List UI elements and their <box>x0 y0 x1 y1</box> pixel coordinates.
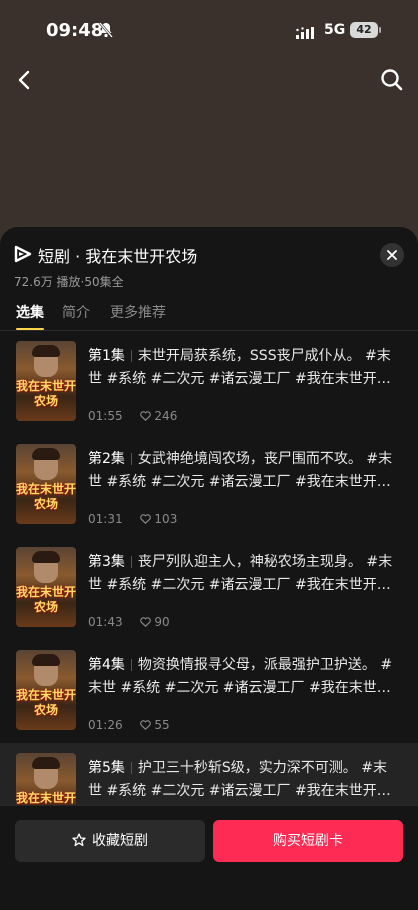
episode-duration: 01:55 <box>88 409 123 423</box>
heart-icon <box>140 617 152 627</box>
favorite-drama-button[interactable]: 收藏短剧 <box>15 820 205 862</box>
episode-meta: 01:43 90 <box>88 615 170 629</box>
episode-likes: 90 <box>140 615 170 629</box>
episode-number: 第5集 <box>88 760 125 776</box>
episode-summary: 护卫三十秒斩S级，实力深不可测。 #末世 #系统 #二次元 #诸云漫工厂 #我在… <box>88 760 391 799</box>
thumbnail-title: 我在末世开农场 <box>16 482 76 511</box>
heart-icon <box>140 411 152 421</box>
battery-level: 42 <box>350 22 378 38</box>
drama-stats: 72.6万 播放·50集全 <box>14 275 124 289</box>
episode-sheet: 短剧 · 我在末世开农场 72.6万 播放·50集全 选集 简介 更多推荐 我在… <box>0 227 418 910</box>
episode-meta: 01:31 103 <box>88 512 177 526</box>
search-button[interactable] <box>376 64 408 96</box>
thumbnail-figure-hair <box>32 448 60 460</box>
episode-item-4[interactable]: 我在末世开农场 第4集 物资换情报寻父母，派最强护卫护送。 #末世 #系统 #二次… <box>0 640 418 743</box>
likes-count: 103 <box>154 512 178 526</box>
episode-thumbnail: 我在末世开农场 <box>16 753 76 805</box>
episode-summary: 女武神绝境闯农场，丧尸围而不攻。 #末世 #系统 #二次元 #诸云漫工厂 #我在… <box>88 451 393 490</box>
close-icon <box>387 250 397 260</box>
drama-logo-icon <box>14 245 32 263</box>
tab-more-recommendations[interactable]: 更多推荐 <box>110 302 166 322</box>
tab-episodes[interactable]: 选集 <box>16 302 44 322</box>
episode-number: 第4集 <box>88 657 125 673</box>
episode-item-2[interactable]: 我在末世开农场 第2集 女武神绝境闯农场，丧尸围而不攻。 #末世 #系统 #二次元… <box>0 434 418 537</box>
episode-thumbnail: 我在末世开农场 <box>16 341 76 421</box>
buy-drama-card-button[interactable]: 购买短剧卡 <box>213 820 403 862</box>
battery-cap <box>379 27 381 33</box>
thumbnail-title: 我在末世开农场 <box>16 791 76 805</box>
episode-summary: 物资换情报寻父母，派最强护卫护送。 #末世 #系统 #二次元 #诸云漫工厂 #我… <box>88 657 393 696</box>
episode-thumbnail: 我在末世开农场 <box>16 650 76 730</box>
episode-thumbnail: 我在末世开农场 <box>16 547 76 627</box>
drama-title: 短剧 · 我在末世开农场 <box>38 247 198 266</box>
episode-description: 第5集 护卫三十秒斩S级，实力深不可测。 #末世 #系统 #二次元 #诸云漫工厂 … <box>88 757 398 803</box>
bottom-action-bar: 收藏短剧 购买短剧卡 <box>0 805 418 910</box>
episode-likes: 246 <box>140 409 177 423</box>
bell-muted-icon <box>99 22 113 42</box>
episode-thumbnail: 我在末世开农场 <box>16 444 76 524</box>
likes-count: 55 <box>154 718 170 732</box>
search-icon <box>381 69 403 91</box>
episode-duration: 01:26 <box>88 718 123 732</box>
episode-likes: 103 <box>140 512 177 526</box>
signal-icon <box>296 24 318 43</box>
episode-description: 第1集 末世开局获系统，SSS丧尸成仆从。 #末世 #系统 #二次元 #诸云漫工厂… <box>88 345 398 391</box>
episode-number: 第2集 <box>88 451 125 467</box>
separator <box>130 453 132 465</box>
thumbnail-title: 我在末世开农场 <box>16 688 76 717</box>
episode-summary: 丧尸列队迎主人，神秘农场主现身。 #末世 #系统 #二次元 #诸云漫工厂 #我在… <box>88 554 393 593</box>
heart-icon <box>140 720 152 730</box>
episode-description: 第3集 丧尸列队迎主人，神秘农场主现身。 #末世 #系统 #二次元 #诸云漫工厂 … <box>88 551 398 597</box>
likes-count: 90 <box>154 615 170 629</box>
episode-meta: 01:55 246 <box>88 409 177 423</box>
episode-duration: 01:43 <box>88 615 123 629</box>
thumbnail-title: 我在末世开农场 <box>16 585 76 614</box>
episode-item-5[interactable]: 我在末世开农场 第5集护卫三十秒斩S级，实力深不可测。 #末世 #系统 #二次元… <box>0 743 418 805</box>
star-icon <box>72 833 86 847</box>
tab-intro[interactable]: 简介 <box>62 302 90 322</box>
episode-summary: 末世开局获系统，SSS丧尸成仆从。 #末世 #系统 #二次元 #诸云漫工厂 #我… <box>88 348 391 387</box>
status-time: 09:48 <box>46 20 104 41</box>
separator <box>130 556 132 568</box>
thumbnail-figure-hair <box>32 757 60 769</box>
network-type: 5G <box>324 22 346 38</box>
separator <box>130 350 132 362</box>
episode-duration: 01:31 <box>88 512 123 526</box>
close-button[interactable] <box>380 243 404 267</box>
separator <box>130 659 132 671</box>
likes-count: 246 <box>154 409 178 423</box>
episode-meta: 01:26 55 <box>88 718 170 732</box>
chevron-left-icon <box>18 70 30 90</box>
thumbnail-figure-hair <box>32 654 60 666</box>
heart-icon <box>140 514 152 524</box>
episode-likes: 55 <box>140 718 170 732</box>
thumbnail-figure-hair <box>32 551 60 563</box>
episode-number: 第1集 <box>88 348 125 364</box>
episode-number: 第3集 <box>88 554 125 570</box>
back-button[interactable] <box>12 64 40 96</box>
favorite-label: 收藏短剧 <box>92 833 148 849</box>
episode-item-3[interactable]: 我在末世开农场 第3集 丧尸列队迎主人，神秘农场主现身。 #末世 #系统 #二次元… <box>0 537 418 640</box>
separator <box>130 762 132 774</box>
episode-description: 第2集 女武神绝境闯农场，丧尸围而不攻。 #末世 #系统 #二次元 #诸云漫工厂 … <box>88 448 398 494</box>
thumbnail-title: 我在末世开农场 <box>16 379 76 408</box>
thumbnail-figure-hair <box>32 345 60 357</box>
episode-item-1[interactable]: 我在末世开农场 第1集 末世开局获系统，SSS丧尸成仆从。 #末世 #系统 #二次… <box>0 331 418 434</box>
episode-list[interactable]: 我在末世开农场 第1集 末世开局获系统，SSS丧尸成仆从。 #末世 #系统 #二次… <box>0 331 418 805</box>
status-bar: 09:48 5G 42 <box>0 0 418 60</box>
episode-description: 第4集 物资换情报寻父母，派最强护卫护送。 #末世 #系统 #二次元 #诸云漫工厂… <box>88 654 398 700</box>
